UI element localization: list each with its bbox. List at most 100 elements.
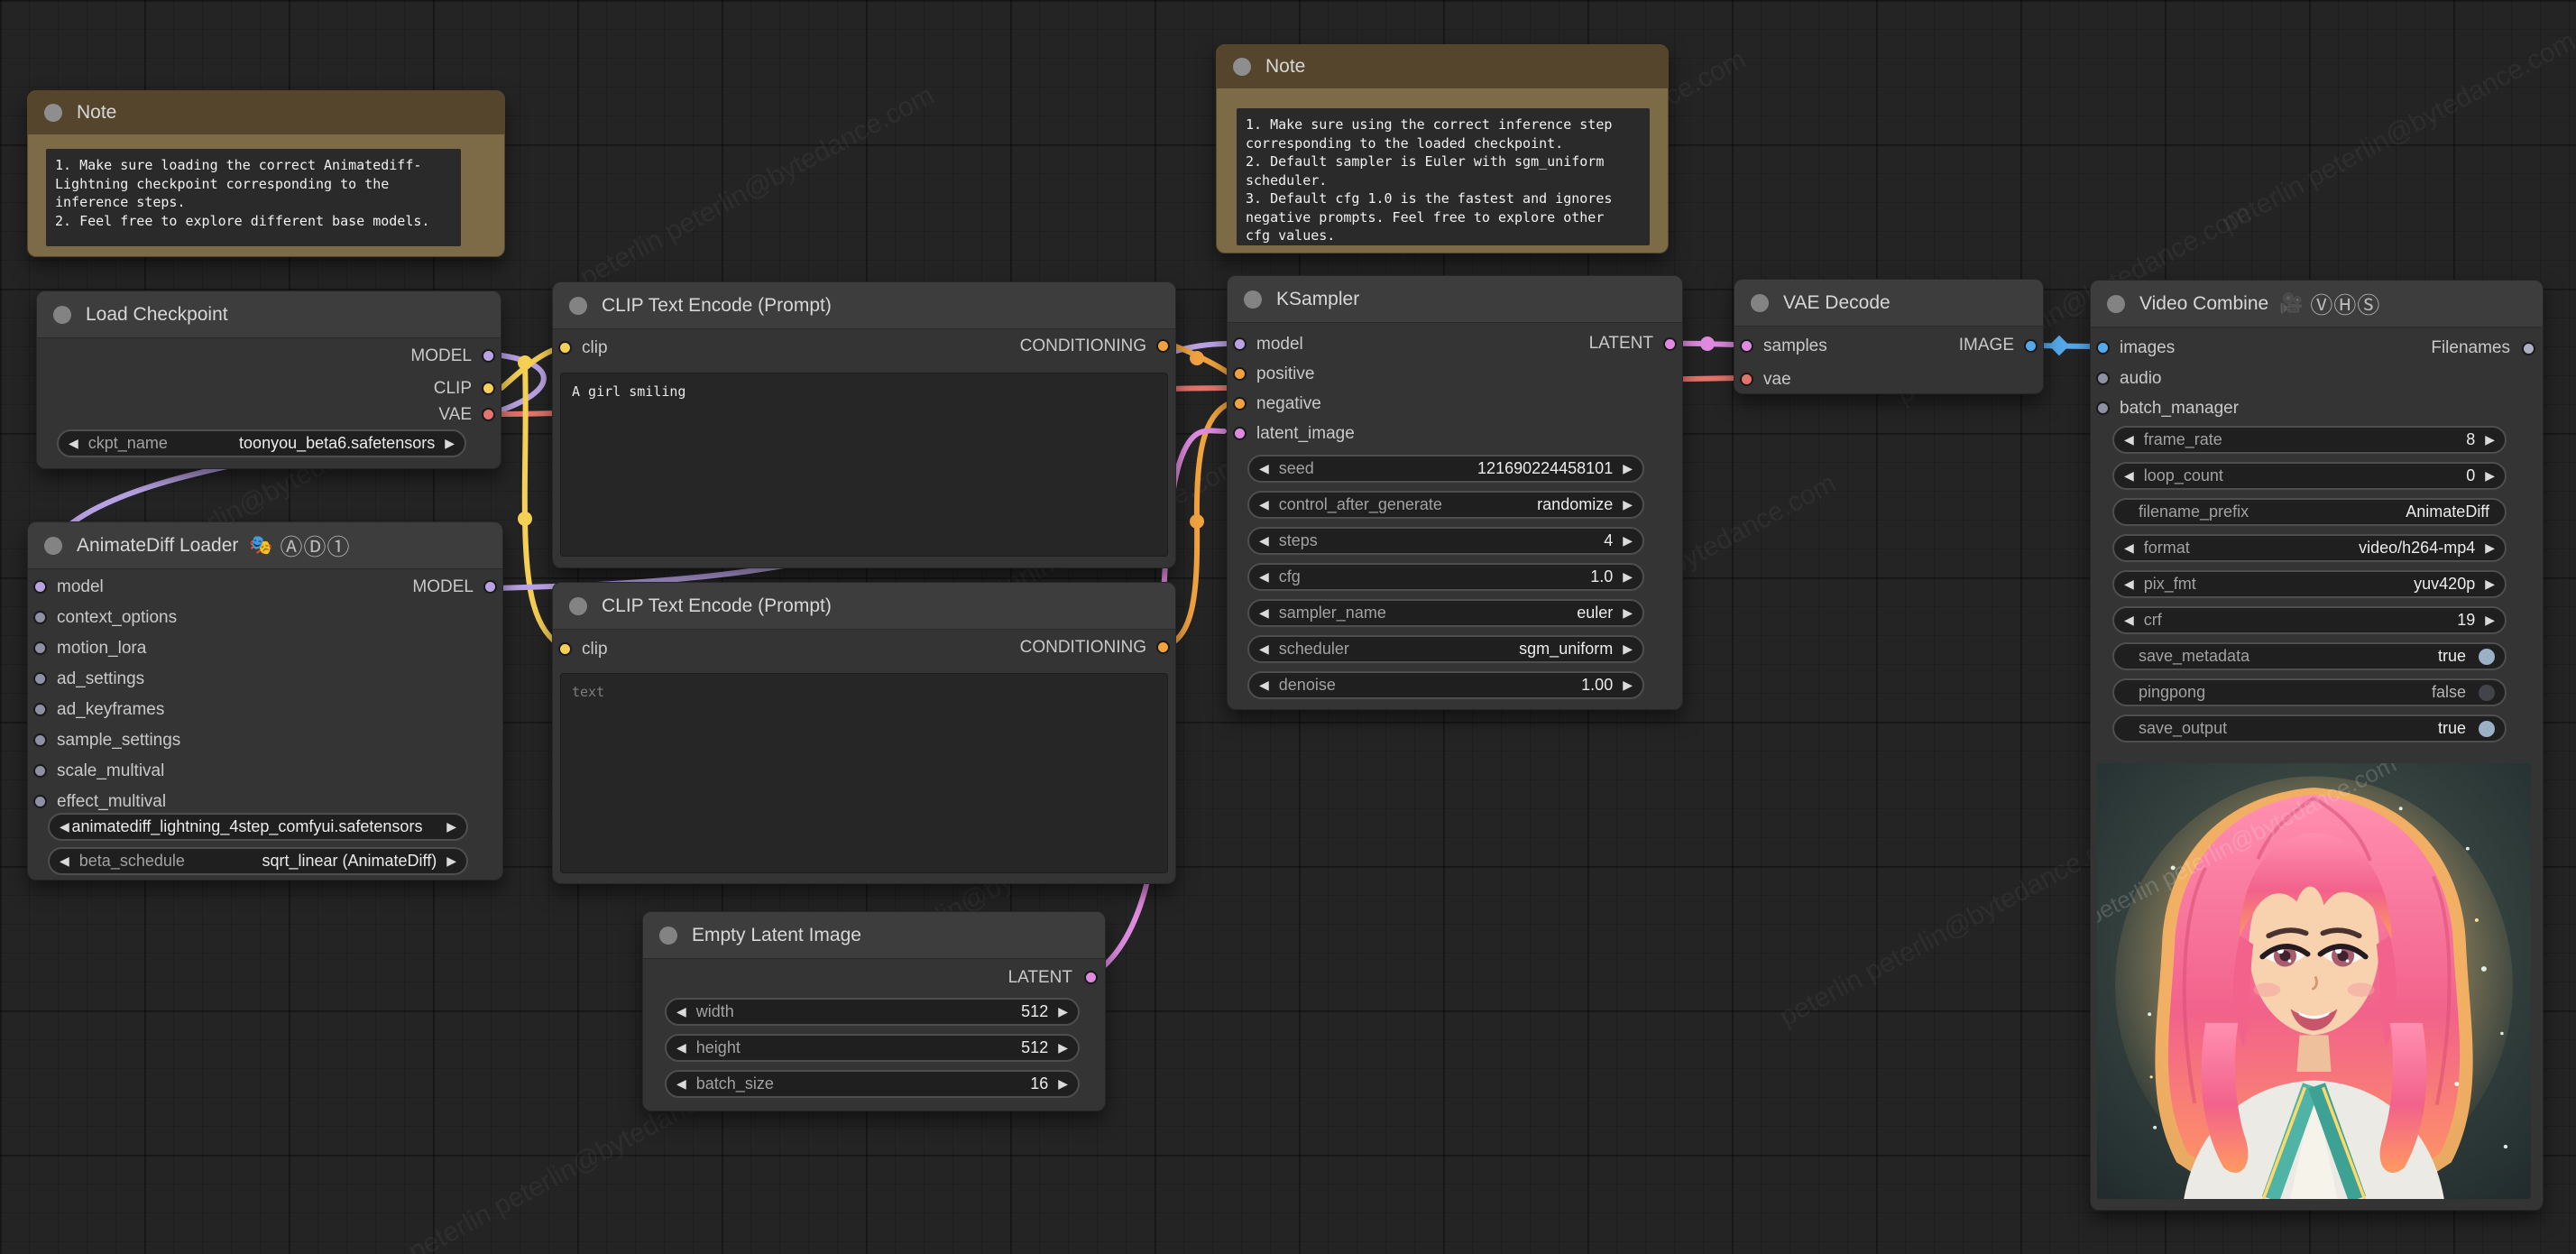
increment-arrow-icon[interactable]: ▶ (2485, 468, 2495, 484)
output-slot-image[interactable] (2024, 339, 2038, 353)
output-slot-model[interactable] (483, 580, 497, 594)
increment-arrow-icon[interactable]: ▶ (1623, 533, 1633, 549)
vae-decode-titlebar[interactable]: VAE Decode (1734, 280, 2043, 327)
decrement-arrow-icon[interactable]: ◀ (60, 819, 69, 834)
crf-widget[interactable]: ◀ crf 19 ▶ (2112, 606, 2507, 634)
decrement-arrow-icon[interactable]: ◀ (2124, 576, 2134, 592)
loop-count-widget[interactable]: ◀ loop_count 0 ▶ (2112, 462, 2507, 490)
input-slot-negative[interactable] (1233, 397, 1247, 410)
control-after-generate-widget[interactable]: ◀ control_after_generate randomize ▶ (1247, 491, 1644, 519)
cfg-widget[interactable]: ◀ cfg 1.0 ▶ (1247, 563, 1644, 591)
node-animatediff-loader[interactable]: AnimateDiff Loader 🎭 ⒶⒹ① model context_o… (27, 521, 503, 881)
output-slot-conditioning[interactable] (1156, 641, 1170, 654)
note-1-titlebar[interactable]: Note (28, 91, 504, 134)
ckpt-name-widget[interactable]: ◀ ckpt_name toonyou_beta6.safetensors ▶ (57, 429, 466, 457)
prompt-textarea[interactable]: text (560, 673, 1168, 873)
collapse-dot[interactable] (659, 926, 677, 945)
save-metadata-toggle[interactable]: save_metadata true (2112, 642, 2507, 670)
decrement-arrow-icon[interactable]: ◀ (676, 1040, 686, 1056)
node-load-checkpoint[interactable]: Load Checkpoint MODEL CLIP VAE ◀ ckpt_na… (36, 290, 501, 469)
collapse-dot[interactable] (53, 305, 71, 324)
input-slot-ad-keyframes[interactable] (33, 703, 47, 716)
collapse-dot[interactable] (1751, 293, 1769, 312)
decrement-arrow-icon[interactable]: ◀ (1259, 533, 1269, 549)
width-widget[interactable]: ◀ width 512 ▶ (665, 998, 1080, 1026)
increment-arrow-icon[interactable]: ▶ (1058, 1040, 1068, 1056)
decrement-arrow-icon[interactable]: ◀ (676, 1004, 686, 1019)
node-note-2[interactable]: Note 1. Make sure using the correct infe… (1216, 44, 1669, 254)
input-slot-scale-multival[interactable] (33, 764, 47, 778)
clip-encode-1-titlebar[interactable]: CLIP Text Encode (Prompt) (553, 282, 1175, 329)
node-clip-text-encode-negative[interactable]: CLIP Text Encode (Prompt) clip CONDITION… (552, 582, 1176, 884)
input-slot-vae[interactable] (1740, 373, 1753, 386)
collapse-dot[interactable] (569, 296, 587, 315)
filename-prefix-widget[interactable]: filename_prefix AnimateDiff (2112, 498, 2507, 526)
decrement-arrow-icon[interactable]: ◀ (60, 853, 69, 869)
node-video-combine[interactable]: Video Combine 🎥 ⓋⒽⓈ images audio batch_m… (2090, 280, 2544, 1211)
node-clip-text-encode-positive[interactable]: CLIP Text Encode (Prompt) clip CONDITION… (552, 281, 1176, 568)
note-text[interactable]: 1. Make sure using the correct inference… (1237, 108, 1650, 245)
increment-arrow-icon[interactable]: ▶ (1623, 569, 1633, 585)
scheduler-widget[interactable]: ◀ scheduler sgm_uniform ▶ (1247, 635, 1644, 663)
output-slot-clip[interactable] (482, 382, 495, 395)
increment-arrow-icon[interactable]: ▶ (1058, 1076, 1068, 1092)
increment-arrow-icon[interactable]: ▶ (446, 853, 456, 869)
input-slot-model[interactable] (33, 580, 47, 594)
node-note-1[interactable]: Note 1. Make sure loading the correct An… (27, 90, 505, 257)
decrement-arrow-icon[interactable]: ◀ (1259, 569, 1269, 585)
input-slot-clip[interactable] (558, 642, 572, 656)
increment-arrow-icon[interactable]: ▶ (445, 436, 455, 451)
collapse-dot[interactable] (2107, 294, 2125, 313)
increment-arrow-icon[interactable]: ▶ (2485, 613, 2495, 628)
input-slot-images[interactable] (2096, 341, 2110, 355)
node-vae-decode[interactable]: VAE Decode samples vae IMAGE (1734, 279, 2044, 394)
prompt-textarea[interactable]: A girl smiling (560, 373, 1168, 557)
animatediff-titlebar[interactable]: AnimateDiff Loader 🎭 ⒶⒹ① (28, 522, 502, 569)
load-checkpoint-titlebar[interactable]: Load Checkpoint (37, 291, 501, 338)
toggle-knob[interactable] (2479, 648, 2495, 665)
seed-widget[interactable]: ◀ seed 121690224458101 ▶ (1247, 455, 1644, 483)
model-name-widget[interactable]: animatediff_lightning_4step_comfyui.safe… (48, 813, 468, 841)
decrement-arrow-icon[interactable]: ◀ (676, 1076, 686, 1092)
input-slot-sample-settings[interactable] (33, 733, 47, 747)
decrement-arrow-icon[interactable]: ◀ (1259, 461, 1269, 476)
node-graph-canvas[interactable]: peterlin peterlin@bytedance.com peterlin… (0, 0, 2576, 1254)
increment-arrow-icon[interactable]: ▶ (1623, 461, 1633, 476)
beta-schedule-widget[interactable]: ◀ beta_schedule sqrt_linear (AnimateDiff… (48, 847, 468, 875)
node-ksampler[interactable]: KSampler model positive negative latent_… (1227, 275, 1683, 710)
input-slot-latent-image[interactable] (1233, 427, 1247, 440)
input-slot-positive[interactable] (1233, 367, 1247, 381)
increment-arrow-icon[interactable]: ▶ (1623, 678, 1633, 693)
collapse-dot[interactable] (1233, 58, 1251, 76)
input-slot-ad-settings[interactable] (33, 672, 47, 686)
decrement-arrow-icon[interactable]: ◀ (1259, 497, 1269, 512)
height-widget[interactable]: ◀ height 512 ▶ (665, 1034, 1080, 1062)
output-slot-latent[interactable] (1663, 337, 1677, 351)
output-slot-latent[interactable] (1084, 971, 1098, 984)
input-slot-audio[interactable] (2096, 372, 2110, 385)
format-widget[interactable]: ◀ format video/h264-mp4 ▶ (2112, 534, 2507, 562)
save-output-toggle[interactable]: save_output true (2112, 715, 2507, 742)
decrement-arrow-icon[interactable]: ◀ (69, 436, 78, 451)
input-slot-effect-multival[interactable] (33, 795, 47, 808)
input-slot-context-options[interactable] (33, 611, 47, 624)
increment-arrow-icon[interactable]: ▶ (2485, 540, 2495, 556)
output-slot-filenames[interactable] (2522, 342, 2535, 355)
collapse-dot[interactable] (1244, 290, 1262, 309)
note-2-titlebar[interactable]: Note (1217, 45, 1668, 88)
increment-arrow-icon[interactable]: ▶ (1623, 605, 1633, 621)
increment-arrow-icon[interactable]: ▶ (1623, 497, 1633, 512)
decrement-arrow-icon[interactable]: ◀ (1259, 641, 1269, 657)
output-slot-vae[interactable] (482, 408, 495, 421)
empty-latent-titlebar[interactable]: Empty Latent Image (643, 912, 1105, 959)
frame-rate-widget[interactable]: ◀ frame_rate 8 ▶ (2112, 426, 2507, 454)
toggle-knob[interactable] (2479, 720, 2495, 737)
sampler-name-widget[interactable]: ◀ sampler_name euler ▶ (1247, 599, 1644, 627)
increment-arrow-icon[interactable]: ▶ (1058, 1004, 1068, 1019)
ksampler-titlebar[interactable]: KSampler (1228, 276, 1682, 323)
decrement-arrow-icon[interactable]: ◀ (1259, 605, 1269, 621)
batch-size-widget[interactable]: ◀ batch_size 16 ▶ (665, 1070, 1080, 1098)
pingpong-toggle[interactable]: pingpong false (2112, 678, 2507, 706)
output-slot-model[interactable] (482, 349, 495, 363)
input-slot-clip[interactable] (558, 341, 572, 355)
